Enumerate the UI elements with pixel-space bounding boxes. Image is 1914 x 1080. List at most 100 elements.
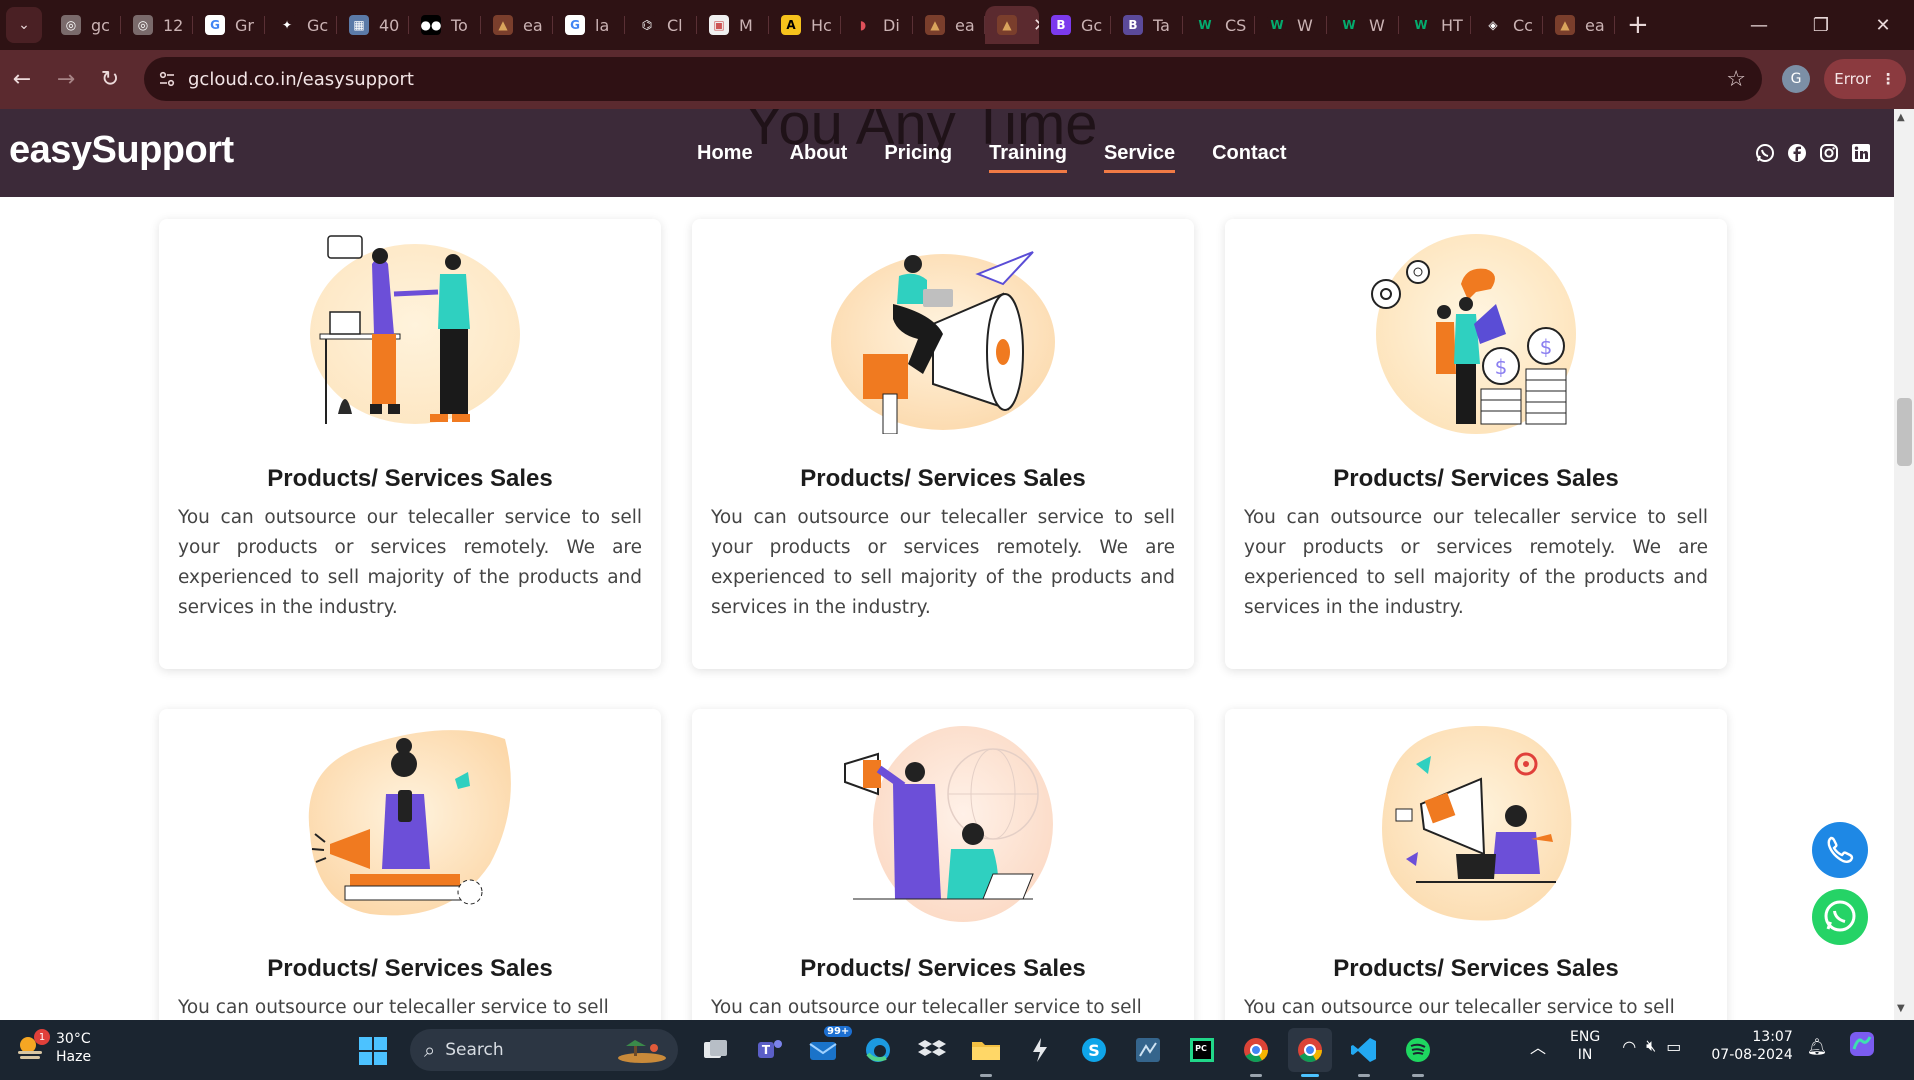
tab-label: To [451, 15, 468, 35]
browser-tab[interactable]: ⌬ Cl [625, 6, 697, 44]
browser-tab[interactable]: W HT [1399, 6, 1471, 44]
close-window-button[interactable]: ✕ [1852, 0, 1914, 50]
clock[interactable]: 13:07 07-08-2024 [1711, 1028, 1792, 1064]
service-card-description: You can outsource our telecaller service… [178, 997, 609, 1018]
browser-tab[interactable]: WW [1255, 6, 1327, 44]
start-button[interactable] [358, 1036, 388, 1070]
nav-link-home[interactable]: Home [697, 142, 753, 173]
error-menu-button[interactable]: Error ⋮ [1824, 59, 1906, 99]
notification-bell-icon[interactable]: 🔔︎ [1807, 1037, 1827, 1056]
browser-tab[interactable]: WW [1327, 6, 1399, 44]
browser-tab[interactable]: B Ta [1111, 6, 1183, 44]
medium-icon: ●● [421, 15, 441, 35]
service-card: Products/ Services Sales You can outsourc… [692, 219, 1194, 669]
nav-link-training[interactable]: Training [989, 142, 1067, 173]
bootstrap-dark-icon: B [1123, 15, 1143, 35]
service-card-title: Products/ Services Sales [267, 465, 553, 492]
edge-icon[interactable] [856, 1028, 900, 1072]
search-label: Search [445, 1040, 504, 1060]
cursor-app-icon[interactable] [1018, 1028, 1062, 1072]
vscode-icon[interactable] [1342, 1028, 1386, 1077]
site-logo[interactable]: easySupport [9, 129, 234, 172]
tab-label: M [739, 15, 753, 35]
w3schools-icon: W [1411, 15, 1431, 35]
w3schools-icon: W [1195, 15, 1215, 35]
mysql-workbench-icon[interactable] [1126, 1028, 1170, 1072]
task-view-icon[interactable] [694, 1028, 738, 1072]
facebook-icon[interactable] [1786, 142, 1808, 164]
tab-label: HT [1441, 15, 1463, 35]
bookmark-star-icon[interactable]: ☆ [1726, 67, 1746, 92]
battery-icon[interactable]: ▭ [1666, 1037, 1681, 1056]
instagram-icon[interactable] [1818, 142, 1840, 164]
whatsapp-chat-button[interactable] [1812, 889, 1868, 945]
handshake-illustration [290, 234, 530, 434]
site-favicon-icon: ▲ [493, 15, 513, 35]
service-card-title: Products/ Services Sales [1333, 465, 1619, 492]
browser-tab[interactable]: ▦ 40 [337, 6, 409, 44]
copilot-icon[interactable] [1849, 1031, 1875, 1061]
restore-button[interactable]: ❐ [1790, 0, 1852, 50]
address-bar[interactable]: gcloud.co.in/easysupport ☆ [144, 57, 1762, 101]
browser-tab[interactable]: ◎ gc [49, 6, 121, 44]
browser-tab[interactable]: ▣ M [697, 6, 769, 44]
taskbar-search[interactable]: ⌕ Search [410, 1029, 678, 1071]
browser-tab[interactable]: ▲ ea [913, 6, 985, 44]
browser-tab[interactable]: G Gr [193, 6, 265, 44]
browser-tab[interactable]: W CS [1183, 6, 1255, 44]
chrome-icon[interactable] [1234, 1028, 1278, 1077]
browser-tab-active[interactable]: ▲✕ [985, 6, 1039, 44]
scroll-down-arrow-icon[interactable]: ▼ [1897, 1003, 1905, 1014]
chevron-up-icon[interactable]: ︿ [1530, 1034, 1546, 1058]
language-indicator[interactable]: ENG IN [1570, 1028, 1600, 1064]
forward-button[interactable]: → [44, 58, 88, 102]
openai-icon: ⌬ [637, 15, 657, 35]
tab-search-dropdown-button[interactable]: ⌄ [6, 7, 42, 43]
google-icon: G [205, 15, 225, 35]
nav-link-contact[interactable]: Contact [1212, 142, 1286, 173]
browser-tab[interactable]: Gla [553, 6, 625, 44]
browser-tab[interactable]: ◎ 12 [121, 6, 193, 44]
whatsapp-icon[interactable] [1754, 142, 1776, 164]
service-card: Products/ Services Sales You can outsourc… [159, 709, 661, 1020]
site-info-button[interactable] [150, 62, 184, 96]
chrome-active-icon[interactable] [1288, 1028, 1332, 1077]
call-button[interactable] [1812, 822, 1868, 878]
speaker-muted-icon[interactable]: 🔇︎ [1646, 1036, 1656, 1056]
arrow-left-icon: ← [12, 67, 32, 92]
tab-label: Gc [307, 15, 329, 35]
new-tab-button[interactable]: + [1627, 10, 1657, 40]
url-text[interactable]: gcloud.co.in/easysupport [188, 69, 414, 90]
reload-icon: ↻ [100, 67, 120, 92]
nav-link-service[interactable]: Service [1103, 142, 1176, 173]
pycharm-icon[interactable]: PC [1180, 1028, 1224, 1072]
wifi-icon[interactable]: ◠ [1622, 1037, 1636, 1056]
browser-tab[interactable]: B Gc [1039, 6, 1111, 44]
dropbox-icon[interactable] [910, 1028, 954, 1072]
nav-link-about[interactable]: About [790, 142, 848, 173]
linkedin-icon[interactable] [1850, 142, 1872, 164]
browser-tab[interactable]: ●● To [409, 6, 481, 44]
browser-tab[interactable]: A Hc [769, 6, 841, 44]
weather-widget[interactable]: 1 30°C Haze [14, 1029, 91, 1066]
browser-tab[interactable]: ◗ Di [841, 6, 913, 44]
browser-tab[interactable]: ▲ ea [1543, 6, 1615, 44]
scrollbar-thumb[interactable] [1897, 398, 1912, 466]
browser-tab[interactable]: ◈ Cc [1471, 6, 1543, 44]
minimize-button[interactable]: — [1728, 0, 1790, 50]
tab-label: Cl [667, 15, 683, 35]
file-explorer-icon[interactable] [964, 1028, 1008, 1077]
reload-button[interactable]: ↻ [88, 58, 132, 102]
browser-tab[interactable]: ✦ Gc [265, 6, 337, 44]
teams-icon[interactable]: T [748, 1028, 792, 1072]
mail-icon[interactable]: 99+ [802, 1026, 853, 1072]
browser-tab[interactable]: ▲ ea [481, 6, 553, 44]
scroll-up-arrow-icon[interactable]: ▲ [1897, 112, 1905, 123]
chevron-down-icon: ⌄ [18, 17, 30, 33]
back-button[interactable]: ← [0, 58, 44, 102]
nav-link-pricing[interactable]: Pricing [884, 142, 952, 173]
profile-avatar[interactable]: G [1782, 65, 1810, 93]
spotify-icon[interactable] [1396, 1028, 1440, 1077]
skype-icon[interactable]: S [1072, 1028, 1116, 1072]
page-scrollbar[interactable] [1894, 109, 1914, 1020]
